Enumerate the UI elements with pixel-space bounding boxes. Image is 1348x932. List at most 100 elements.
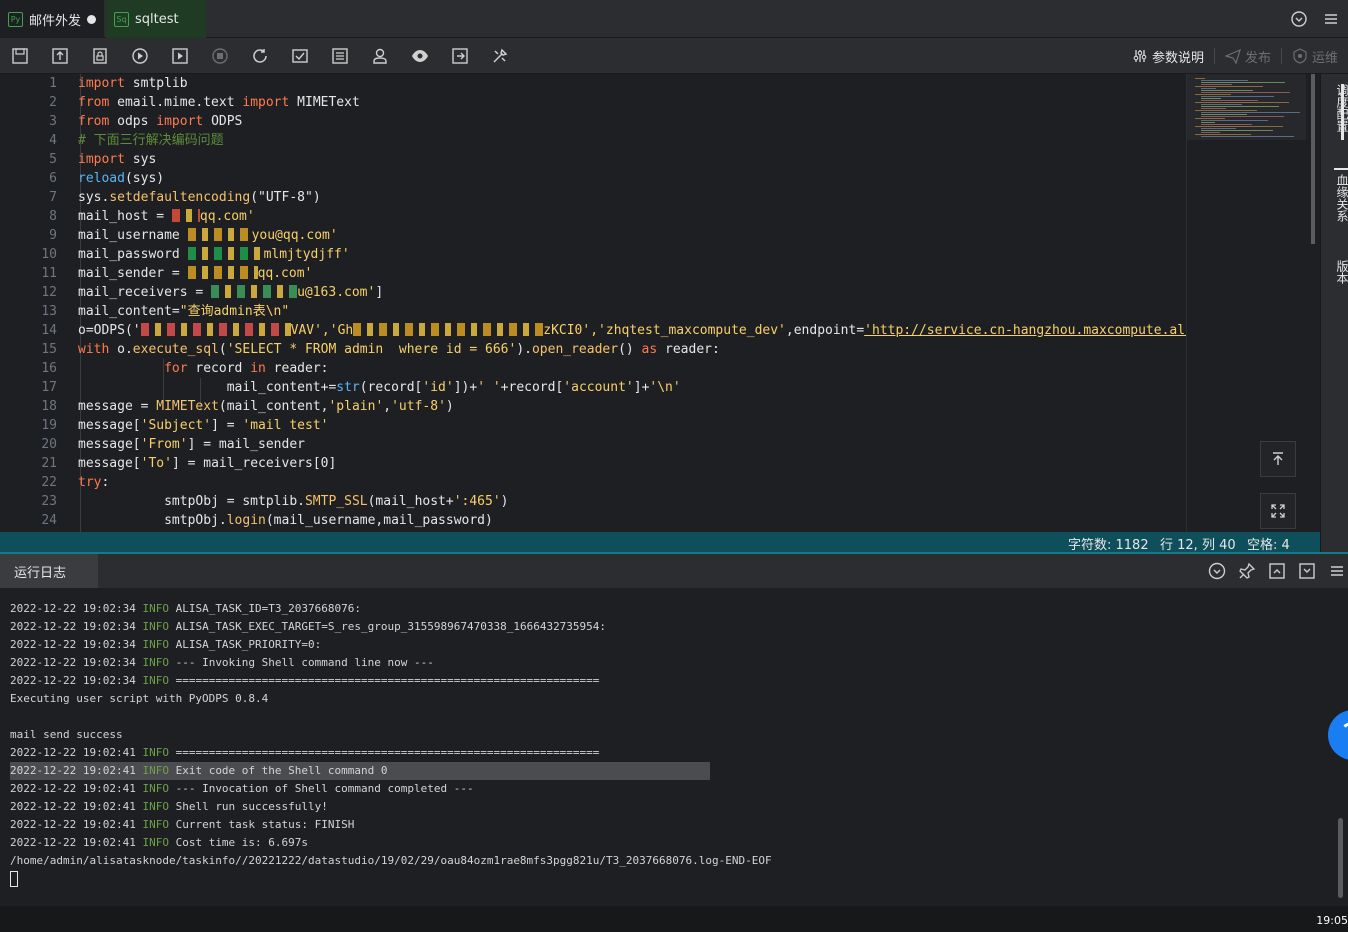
log-timestamp: 2022-12-22 19:02:41 (10, 800, 143, 813)
code-line[interactable]: 21 message['To'] = mail_receivers[0] (0, 454, 1186, 473)
code-line[interactable]: 17 mail_content+=str(record['id'])+' '+r… (0, 378, 1186, 397)
minimize-panel-icon[interactable] (1298, 562, 1316, 580)
publish-label: 发布 (1244, 50, 1271, 66)
editor-scrollbar[interactable] (1306, 74, 1320, 532)
maximize-panel-icon[interactable] (1268, 562, 1286, 580)
unsaved-dot-icon (87, 14, 96, 24)
cursor-position[interactable]: 行 12, 列 40 (1160, 534, 1236, 553)
code-line[interactable]: 4 # 下面三行解决编码问题 (0, 131, 1186, 150)
run-icon[interactable] (130, 46, 150, 66)
redacted-mosaic (140, 323, 291, 336)
line-number: 5 (49, 152, 57, 167)
code-line[interactable]: 15 with o.execute_sql('SELECT * FROM admi… (0, 340, 1186, 359)
code-editor[interactable]: 1 import smtplib 2 from email.mime.text imp… (0, 74, 1186, 532)
ops-button[interactable]: 运维 (1282, 47, 1348, 66)
code-line[interactable]: 24 smtpObj.login(mail_username,mail_pass… (0, 511, 1186, 530)
log-message: ALISA_TASK_PRIORITY=0: (175, 638, 322, 651)
log-message: Executing user script with PyODPS 0.8.4 (10, 692, 269, 705)
code-line[interactable]: 9 mail_username you@qq.com' (0, 226, 1186, 245)
code-text: message['To'] = mail_receivers[0] (78, 454, 336, 473)
params-doc-button[interactable]: 参数说明 (1122, 47, 1214, 66)
code-line[interactable]: 18 message = MIMEText(mail_content,'plain… (0, 397, 1186, 416)
code-line[interactable]: 3 from odps import ODPS (0, 112, 1186, 131)
code-line[interactable]: 1 import smtplib (0, 74, 1186, 93)
line-number: 3 (49, 114, 57, 129)
log-scrollbar-thumb[interactable] (1338, 818, 1343, 898)
pin-icon[interactable] (1238, 562, 1256, 580)
user-icon[interactable] (370, 46, 390, 66)
code-line[interactable]: 10 mail_password mlmjtydjff' (0, 245, 1186, 264)
tab-dropdown-icon[interactable] (1290, 10, 1308, 28)
code-line[interactable]: 16 for record in reader: (0, 359, 1186, 378)
expand-icon (1271, 504, 1285, 518)
code-token: +record[ (500, 380, 564, 395)
log-timestamp: 2022-12-22 19:02:41 (10, 782, 143, 795)
code-token: (sys) (124, 171, 165, 186)
save-icon[interactable] (10, 46, 30, 66)
code-line[interactable]: 23 smtpObj = smtplib.SMTP_SSL(mail_host+… (0, 492, 1186, 511)
publish-button[interactable]: 发布 (1215, 47, 1281, 66)
log-timestamp: 2022-12-22 19:02:41 (10, 836, 143, 849)
code-token: smtplib (132, 76, 188, 91)
log-message: --- Invoking Shell command line now --- (175, 656, 434, 669)
submit-icon[interactable] (50, 46, 70, 66)
code-token: mail_content+= (78, 380, 337, 395)
code-token: ( (218, 342, 227, 357)
tab-mail-send[interactable]: Py 邮件外发 (0, 0, 104, 38)
scroll-to-top-button[interactable] (1260, 441, 1296, 477)
code-review-icon[interactable] (290, 46, 310, 66)
code-token: smtpObj. (78, 513, 227, 528)
rail-version[interactable]: 版本 (1321, 260, 1348, 284)
code-token: from (78, 95, 110, 110)
minimap-line (1195, 134, 1251, 135)
log-level: INFO (142, 656, 169, 669)
tab-menu-icon[interactable] (1322, 10, 1340, 28)
reload-icon[interactable] (250, 46, 270, 66)
run-with-params-icon[interactable] (170, 46, 190, 66)
run-log-output[interactable]: 2022-12-22 19:02:34 INFO ALISA_TASK_ID=T… (0, 588, 1348, 906)
indent-setting[interactable]: 空格: 4 (1247, 534, 1290, 553)
rail-lineage[interactable]: 血缘关系 (1321, 174, 1348, 222)
stop-icon[interactable] (210, 46, 230, 66)
code-token: mail_password (78, 247, 188, 262)
code-token: qq.com' (199, 209, 255, 224)
code-line[interactable]: 11 mail_sender = qq.com' (0, 264, 1186, 283)
log-timestamp: 2022-12-22 19:02:41 (10, 818, 143, 831)
code-token: message[ (78, 456, 141, 471)
code-token: ("UTF-8") (250, 190, 321, 205)
steal-lock-icon[interactable] (90, 46, 110, 66)
code-token: mail_sender = (78, 266, 188, 281)
code-line[interactable]: 8 mail_host = qq.com' (0, 207, 1186, 226)
minimap-line (1201, 136, 1294, 137)
code-line[interactable]: 19 message['Subject'] = 'mail test' (0, 416, 1186, 435)
line-number: 1 (49, 76, 57, 91)
editor-scrollbar-thumb[interactable] (1311, 74, 1315, 244)
code-line[interactable]: 12 mail_receivers = u@163.com'] (0, 283, 1186, 302)
preview-eye-icon[interactable] (410, 46, 430, 66)
code-line[interactable]: 2 from email.mime.text import MIMEText (0, 93, 1186, 112)
code-line[interactable]: 14 o=ODPS(' VAV','Gh zKCI0','zhqtest_maxcom… (0, 321, 1186, 340)
line-number: 20 (41, 437, 57, 452)
tools-icon[interactable] (490, 46, 510, 66)
code-line[interactable]: 20 message['From'] = mail_sender (0, 435, 1186, 454)
open-external-icon[interactable] (450, 46, 470, 66)
tab-run-log[interactable]: 运行日志 (0, 554, 98, 588)
code-token: ' ' (477, 380, 501, 395)
collapse-circle-icon[interactable] (1208, 562, 1226, 580)
code-token: sys. (78, 190, 110, 205)
tab-sqltest[interactable]: Sq sqltest (106, 0, 206, 38)
code-token: (mail_host+ (367, 494, 454, 509)
code-token: ])+ (453, 380, 478, 395)
code-line[interactable]: 13 mail_content="查询admin表\n" (0, 302, 1186, 321)
format-icon[interactable] (330, 46, 350, 66)
minimap-line (1201, 108, 1226, 109)
code-line[interactable]: 5 import sys (0, 150, 1186, 169)
code-line[interactable]: 7 sys.setdefaultencoding("UTF-8") (0, 188, 1186, 207)
log-level: INFO (142, 746, 169, 759)
fullscreen-button[interactable] (1260, 493, 1296, 529)
code-token: o. (109, 342, 133, 357)
code-line[interactable]: 22 try: (0, 473, 1186, 492)
log-menu-icon[interactable] (1328, 562, 1346, 580)
log-line: mail send success (10, 726, 123, 744)
code-line[interactable]: 6 reload(sys) (0, 169, 1186, 188)
